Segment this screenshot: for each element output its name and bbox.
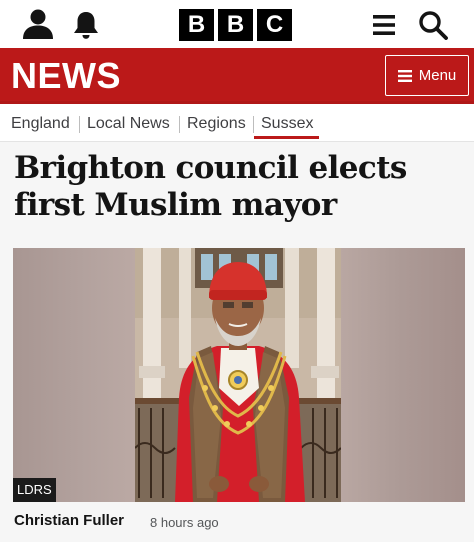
image-blur-left [13,248,135,502]
breadcrumb-item-local-news[interactable]: Local News [87,115,170,133]
bbc-logo-letter: C [257,9,292,41]
image-credit-badge: LDRS [13,478,56,502]
article-headline: Brighton council elects first Muslim may… [14,150,407,223]
bbc-logo-letter: B [179,9,214,41]
article-timestamp: 8 hours ago [150,515,219,530]
breadcrumb-divider [253,116,254,133]
bbc-logo-letter: B [218,9,253,41]
search-icon[interactable] [418,10,448,40]
bbc-logo[interactable]: B B C [179,9,293,41]
menu-icon [397,69,412,82]
top-bar: B B C [0,0,474,48]
image-blur-right [341,248,465,502]
article-image[interactable] [13,248,465,502]
menu-button-label: Menu [418,67,457,84]
breadcrumb-divider [179,116,180,133]
account-icon[interactable] [22,8,54,40]
article-author: Christian Fuller [14,512,125,529]
breadcrumb-item-regions[interactable]: Regions [187,115,246,133]
section-title[interactable]: NEWS [11,56,121,96]
active-breadcrumb-indicator [254,136,319,139]
breadcrumb: England Local News Regions Sussex [0,104,474,142]
mayor-photo [135,248,341,502]
breadcrumb-divider [79,116,80,133]
menu-button[interactable]: Menu [385,55,469,96]
news-banner: NEWS Menu [0,48,474,104]
hamburger-menu-icon[interactable] [372,13,396,37]
breadcrumb-item-england[interactable]: England [11,115,70,133]
breadcrumb-item-sussex[interactable]: Sussex [261,115,313,133]
notifications-bell-icon[interactable] [72,10,100,40]
